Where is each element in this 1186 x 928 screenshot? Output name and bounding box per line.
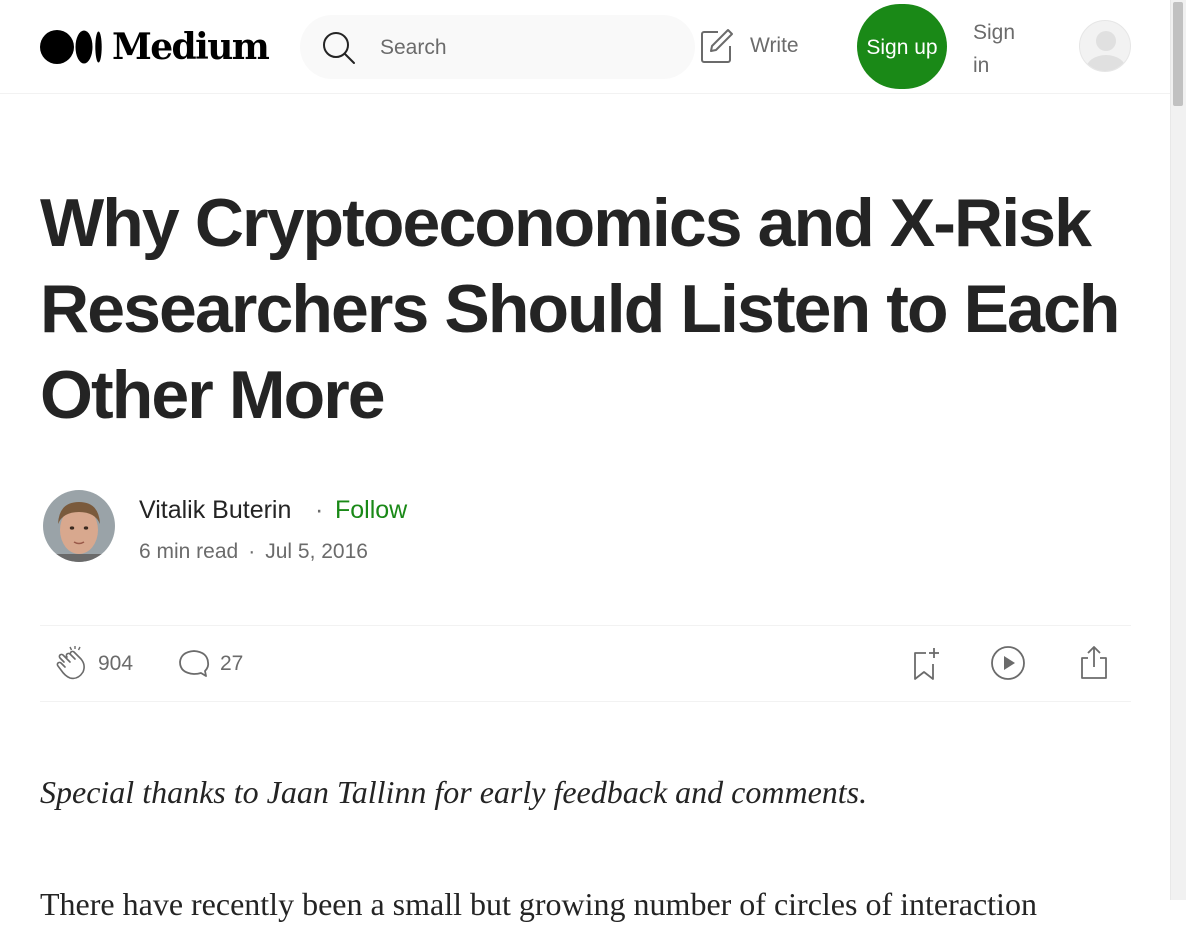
article-title: Why Cryptoeconomics and X-Risk Researche… bbox=[40, 185, 1120, 433]
share-icon[interactable] bbox=[1079, 644, 1109, 680]
clap-icon[interactable] bbox=[55, 644, 91, 682]
author-photo-icon bbox=[43, 490, 115, 562]
sign-up-button[interactable]: Sign up bbox=[857, 4, 947, 89]
default-avatar-icon bbox=[1086, 31, 1126, 71]
user-avatar[interactable] bbox=[1079, 20, 1131, 72]
article-meta: 6 min read · Jul 5, 2016 bbox=[139, 540, 368, 564]
meta-separator: · bbox=[248, 540, 256, 563]
write-icon bbox=[701, 29, 733, 63]
article-paragraph: There have recently been a small but gro… bbox=[40, 886, 1037, 922]
scrollbar[interactable] bbox=[1170, 0, 1186, 900]
search-icon bbox=[323, 32, 355, 64]
scrollbar-thumb[interactable] bbox=[1173, 2, 1183, 106]
medium-logo[interactable]: Medium bbox=[40, 26, 270, 68]
top-navigation: Medium Search Write Sign up Sign in bbox=[0, 0, 1170, 94]
comment-icon[interactable] bbox=[178, 648, 210, 680]
medium-logo-text: Medium bbox=[112, 26, 270, 68]
author-separator: · bbox=[315, 496, 324, 524]
bookmark-add-icon[interactable] bbox=[910, 646, 942, 682]
medium-logo-mark-icon bbox=[40, 30, 102, 64]
sign-in-link[interactable]: Sign in bbox=[973, 16, 1033, 82]
search-bar[interactable]: Search bbox=[300, 15, 695, 79]
write-button[interactable]: Write bbox=[700, 28, 799, 64]
author-avatar[interactable] bbox=[43, 490, 115, 562]
clap-count: 904 bbox=[98, 652, 134, 675]
article-action-bar: 904 27 bbox=[40, 625, 1131, 702]
author-name-link[interactable]: Vitalik Buterin bbox=[139, 496, 291, 525]
publish-date: Jul 5, 2016 bbox=[265, 540, 368, 563]
write-label: Write bbox=[750, 34, 799, 57]
follow-button[interactable]: Follow bbox=[335, 496, 407, 525]
play-icon[interactable] bbox=[990, 645, 1026, 681]
acknowledgement-text: Special thanks to Jaan Tallinn for early… bbox=[40, 774, 868, 810]
read-time: 6 min read bbox=[139, 540, 239, 563]
response-count: 27 bbox=[220, 652, 244, 675]
search-input[interactable]: Search bbox=[380, 36, 447, 60]
sign-up-label: Sign up bbox=[866, 36, 938, 59]
